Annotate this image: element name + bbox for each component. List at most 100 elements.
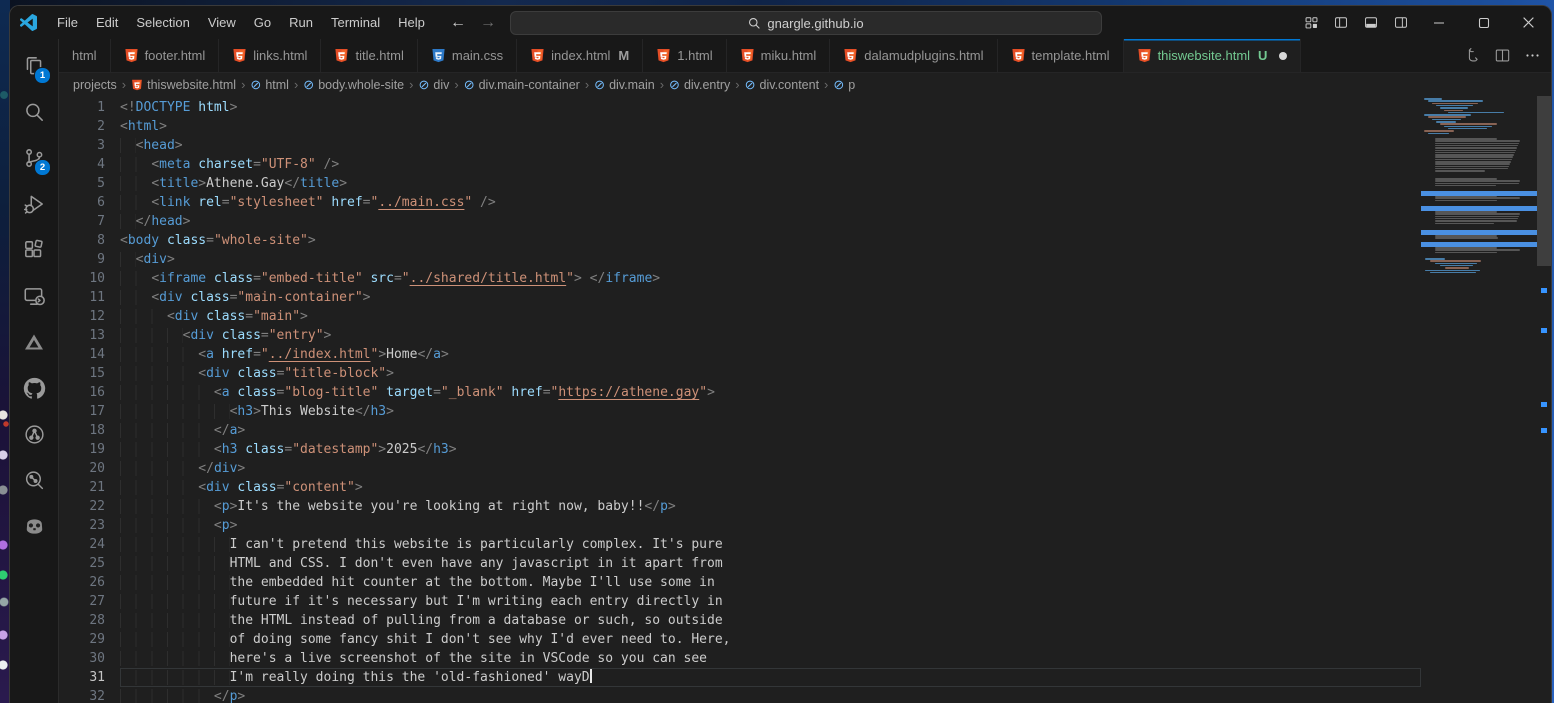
forward-arrow-icon[interactable]: → (480, 14, 496, 32)
code-line-29[interactable]: 29 of doing some fancy shit I don't see … (59, 630, 1421, 649)
line-number: 17 (59, 402, 120, 421)
activity-godot-tools-icon[interactable] (10, 503, 58, 549)
code-line-14[interactable]: 14 <a href="../index.html">Home</a> (59, 345, 1421, 364)
code-line-21[interactable]: 21 <div class="content"> (59, 478, 1421, 497)
breadcrumb-item-projects[interactable]: projects (71, 78, 119, 92)
code-line-1[interactable]: 1<!DOCTYPE html> (59, 98, 1421, 117)
git-status-badge: U (1258, 48, 1267, 63)
line-content: <meta charset="UTF-8" /> (120, 155, 1421, 174)
split-editor-icon[interactable] (1489, 44, 1515, 68)
code-line-13[interactable]: 13 <div class="entry"> (59, 326, 1421, 345)
menu-go[interactable]: Go (245, 11, 280, 34)
tab-links-html[interactable]: links.html (219, 39, 321, 72)
command-center-search[interactable]: gnargle.github.io (510, 11, 1102, 35)
code-line-31[interactable]: 31 I'm really doing this the 'old-fashio… (59, 668, 1421, 687)
code-line-30[interactable]: 30 here's a live screenshot of the site … (59, 649, 1421, 668)
code-line-15[interactable]: 15 <div class="title-block"> (59, 364, 1421, 383)
toggle-panel-icon[interactable] (1356, 10, 1386, 36)
code-line-11[interactable]: 11 <div class="main-container"> (59, 288, 1421, 307)
menu-terminal[interactable]: Terminal (322, 11, 389, 34)
tab-html[interactable]: html (59, 39, 111, 72)
activity-run-and-debug-icon[interactable] (10, 181, 58, 227)
activity-extensions-icon[interactable] (10, 227, 58, 273)
back-arrow-icon[interactable]: ← (450, 14, 466, 32)
code-line-23[interactable]: 23 <p> (59, 516, 1421, 535)
activity-explorer-icon[interactable]: 1 (10, 43, 58, 89)
menu-view[interactable]: View (199, 11, 245, 34)
breadcrumb-item-div[interactable]: ⊘div (416, 78, 451, 92)
minimap-line (1430, 272, 1476, 274)
tab-main-css[interactable]: main.css (418, 39, 517, 72)
toggle-primary-sidebar-icon[interactable] (1326, 10, 1356, 36)
unsaved-dot-icon[interactable] (1279, 52, 1287, 60)
tab-1-html[interactable]: 1.html (643, 39, 726, 72)
tab-template-html[interactable]: template.html (998, 39, 1124, 72)
activity-source-control-icon[interactable]: 2 (10, 135, 58, 181)
tab-footer-html[interactable]: footer.html (111, 39, 220, 72)
code-line-25[interactable]: 25 HTML and CSS. I don't even have any j… (59, 554, 1421, 573)
breadcrumb-item-div-main[interactable]: ⊘div.main (592, 78, 657, 92)
activity-triangle-extension-icon[interactable] (10, 319, 58, 365)
tab-thiswebsite-html[interactable]: thiswebsite.htmlU (1124, 39, 1302, 72)
toggle-secondary-sidebar-icon[interactable] (1386, 10, 1416, 36)
vertical-scrollbar[interactable] (1537, 96, 1551, 266)
activity-gitlens-icon[interactable] (10, 457, 58, 503)
breadcrumb-label: projects (73, 78, 117, 92)
code-line-8[interactable]: 8<body class="whole-site"> (59, 231, 1421, 250)
code-line-6[interactable]: 6 <link rel="stylesheet" href="../main.c… (59, 193, 1421, 212)
open-changes-icon[interactable] (1459, 44, 1485, 68)
code-line-10[interactable]: 10 <iframe class="embed-title" src="../s… (59, 269, 1421, 288)
code-line-32[interactable]: 32 </p> (59, 687, 1421, 703)
html-file-icon (1011, 48, 1026, 63)
minimap-line (1435, 220, 1517, 222)
code-line-12[interactable]: 12 <div class="main"> (59, 307, 1421, 326)
activity-remote-explorer-icon[interactable] (10, 273, 58, 319)
breadcrumb-item-html[interactable]: ⊘html (248, 78, 291, 92)
breadcrumb-item-div-entry[interactable]: ⊘div.entry (667, 78, 732, 92)
breadcrumb-item-div-content[interactable]: ⊘div.content (743, 78, 821, 92)
menu-run[interactable]: Run (280, 11, 322, 34)
activity-commit-graph-icon[interactable] (10, 411, 58, 457)
menu-file[interactable]: File (48, 11, 87, 34)
code-line-4[interactable]: 4 <meta charset="UTF-8" /> (59, 155, 1421, 174)
code-line-22[interactable]: 22 <p>It's the website you're looking at… (59, 497, 1421, 516)
minimize-button[interactable] (1416, 6, 1461, 39)
code-line-27[interactable]: 27 future if it's necessary but I'm writ… (59, 592, 1421, 611)
code-line-19[interactable]: 19 <h3 class="datestamp">2025</h3> (59, 440, 1421, 459)
code-line-17[interactable]: 17 <h3>This Website</h3> (59, 402, 1421, 421)
tab-dalamudplugins-html[interactable]: dalamudplugins.html (830, 39, 997, 72)
code-line-16[interactable]: 16 <a class="blog-title" target="_blank"… (59, 383, 1421, 402)
code-line-5[interactable]: 5 <title>Athene.Gay</title> (59, 174, 1421, 193)
code-line-20[interactable]: 20 </div> (59, 459, 1421, 478)
activity-search-icon[interactable] (10, 89, 58, 135)
code-editor[interactable]: 1<!DOCTYPE html>2<html>3 <head>4 <meta c… (59, 96, 1551, 703)
breadcrumb-item-p[interactable]: ⊘p (831, 78, 857, 92)
tab-miku-html[interactable]: miku.html (727, 39, 831, 72)
code-line-24[interactable]: 24 I can't pretend this website is parti… (59, 535, 1421, 554)
code-line-7[interactable]: 7 </head> (59, 212, 1421, 231)
code-line-18[interactable]: 18 </a> (59, 421, 1421, 440)
line-content: </div> (120, 459, 1421, 478)
code-line-2[interactable]: 2<html> (59, 117, 1421, 136)
customize-layout-icon[interactable] (1296, 10, 1326, 36)
breadcrumb-item-div-main-container[interactable]: ⊘div.main-container (462, 78, 582, 92)
tab-title-html[interactable]: title.html (321, 39, 417, 72)
activity-github-icon[interactable] (10, 365, 58, 411)
code-line-3[interactable]: 3 <head> (59, 136, 1421, 155)
minimap-line (1435, 200, 1497, 202)
menu-edit[interactable]: Edit (87, 11, 127, 34)
code-area[interactable]: 1<!DOCTYPE html>2<html>3 <head>4 <meta c… (59, 98, 1421, 703)
minimap[interactable] (1421, 98, 1537, 703)
code-line-28[interactable]: 28 the HTML instead of pulling from a da… (59, 611, 1421, 630)
breadcrumb-item-body-whole-site[interactable]: ⊘body.whole-site (301, 78, 406, 92)
menu-help[interactable]: Help (389, 11, 434, 34)
code-line-9[interactable]: 9 <div> (59, 250, 1421, 269)
code-line-26[interactable]: 26 the embedded hit counter at the botto… (59, 573, 1421, 592)
breadcrumb-item-thiswebsite-html[interactable]: thiswebsite.html (129, 78, 238, 92)
tab-index-html[interactable]: index.htmlM (517, 39, 643, 72)
menu-selection[interactable]: Selection (127, 11, 198, 34)
more-actions-icon[interactable] (1519, 44, 1545, 68)
minimap-line (1440, 107, 1468, 109)
close-button[interactable] (1506, 6, 1551, 39)
maximize-button[interactable] (1461, 6, 1506, 39)
